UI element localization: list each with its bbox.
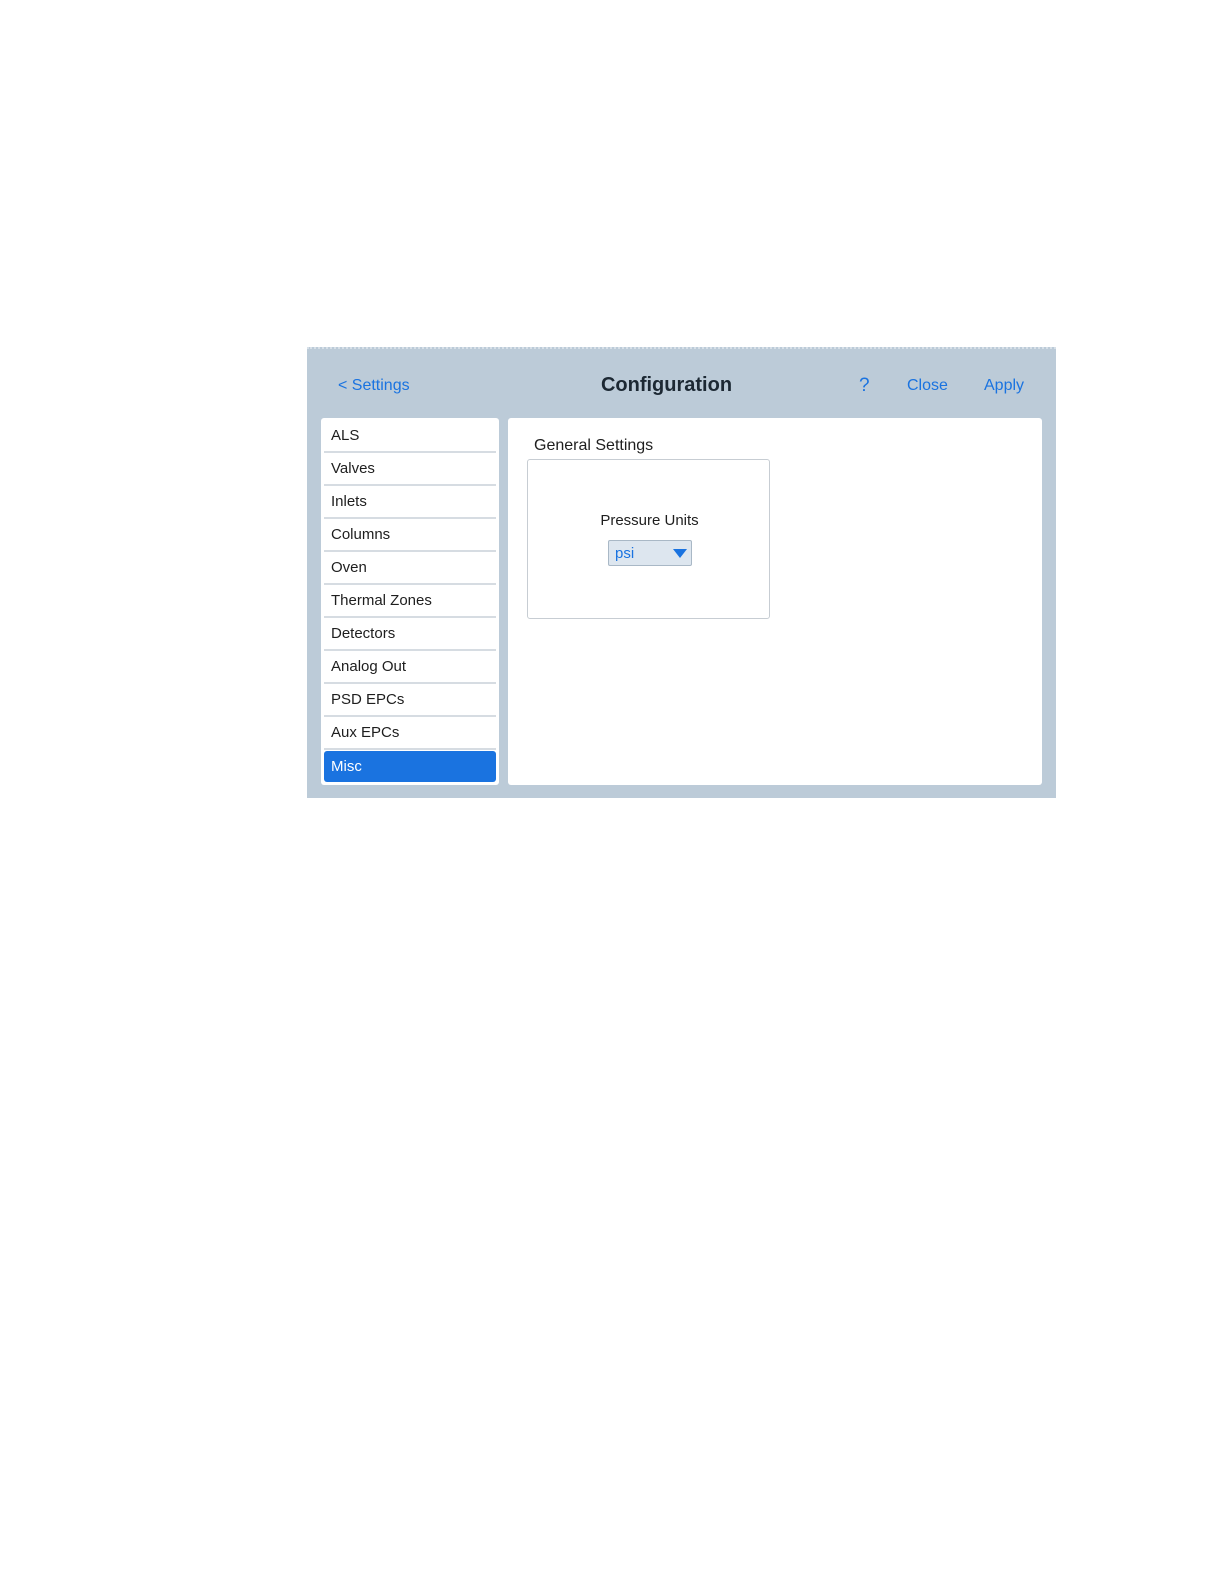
sidebar-item-analog-out[interactable]: Analog Out bbox=[324, 651, 496, 684]
sidebar-item-thermal-zones[interactable]: Thermal Zones bbox=[324, 585, 496, 618]
chevron-down-icon bbox=[673, 549, 687, 558]
sidebar-item-inlets[interactable]: Inlets bbox=[324, 486, 496, 519]
apply-button[interactable]: Apply bbox=[984, 377, 1024, 395]
configuration-panel: < Settings Configuration ? Close Apply A… bbox=[307, 347, 1056, 798]
main-content: General Settings Pressure Units psi bbox=[508, 418, 1042, 785]
sidebar-item-oven[interactable]: Oven bbox=[324, 552, 496, 585]
sidebar-item-aux-epcs[interactable]: Aux EPCs bbox=[324, 717, 496, 750]
sidebar-item-psd-epcs[interactable]: PSD EPCs bbox=[324, 684, 496, 717]
pressure-units-value: psi bbox=[615, 545, 635, 562]
sidebar-item-misc[interactable]: Misc bbox=[324, 751, 496, 782]
header-bar: < Settings Configuration ? Close Apply bbox=[307, 349, 1056, 419]
close-button[interactable]: Close bbox=[907, 377, 948, 395]
general-settings-group: Pressure Units psi bbox=[527, 459, 770, 619]
pressure-units-dropdown[interactable]: psi bbox=[608, 540, 692, 566]
help-button[interactable]: ? bbox=[859, 375, 870, 397]
section-title-general-settings: General Settings bbox=[534, 437, 654, 454]
sidebar-item-als[interactable]: ALS bbox=[324, 420, 496, 453]
sidebar: ALS Valves Inlets Columns Oven Thermal Z… bbox=[321, 418, 499, 785]
sidebar-item-detectors[interactable]: Detectors bbox=[324, 618, 496, 651]
sidebar-item-valves[interactable]: Valves bbox=[324, 453, 496, 486]
sidebar-item-columns[interactable]: Columns bbox=[324, 519, 496, 552]
pressure-units-label: Pressure Units bbox=[600, 512, 699, 529]
